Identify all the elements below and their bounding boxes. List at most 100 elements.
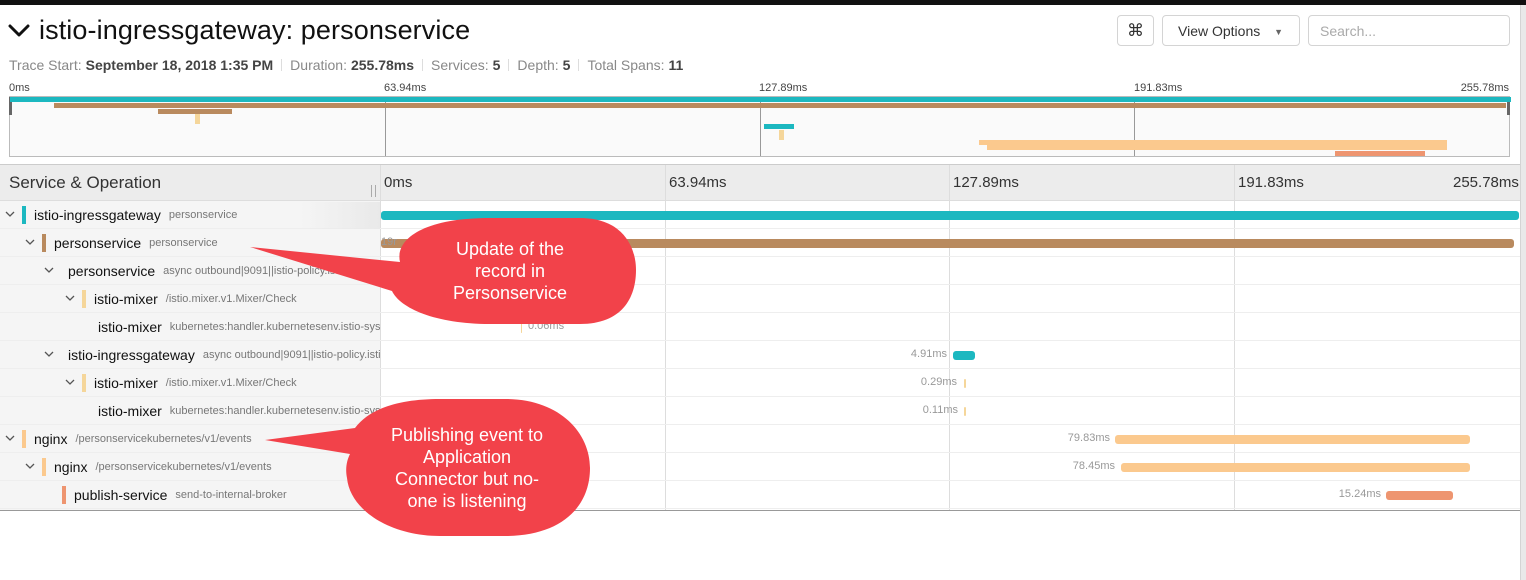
service-color-bar [22,430,26,448]
total-spans-value: 11 [668,57,684,73]
view-options-label: View Options [1178,22,1261,39]
timeline-tick: 127.89ms [953,174,1019,191]
callout-line: Publishing event to [390,425,544,445]
operation-name: /personservicekubernetes/v1/events [95,461,272,473]
callout-line: Personservice [452,283,568,303]
span-row[interactable]: istio-mixer/istio.mixer.v1.Mixer/Check [0,285,1520,313]
service-name: publish-service [74,487,168,503]
view-options-button[interactable]: View Options ▼ [1162,15,1300,46]
depth-label: Depth: [517,57,559,73]
minimap-tick: 0ms [9,82,30,94]
callout-line: one is listening [407,491,527,511]
minimap-tick: 127.89ms [759,82,808,94]
span-row[interactable]: nginx/personservicekubernetes/v1/events 7… [0,453,1520,481]
timeline-header: Service & Operation 0ms 63.94ms 127.89ms… [0,165,1520,201]
span-row[interactable]: istio-mixer kubernetes:handler.kubernetes… [0,313,1520,341]
timeline-tick: 63.94ms [669,174,727,191]
service-name: istio-mixer [94,375,158,391]
callout-text: Publishing event to Application Connecto… [360,424,574,512]
service-color-bar [82,290,86,308]
trace-minimap[interactable] [9,96,1511,157]
trace-start-value: September 18, 2018 1:35 PM [85,57,274,73]
span-row[interactable]: nginx/personservicekubernetes/v1/events 7… [0,425,1520,453]
chevron-down-icon[interactable] [4,210,16,221]
trace-start-label: Trace Start: [9,57,82,73]
span-name-cell[interactable]: istio-ingressgateway async outbound|9091|… [44,341,380,369]
minimap-ticks: 0ms 63.94ms 127.89ms 191.83ms 255.78ms [9,82,1509,94]
span-row[interactable]: publish-service send-to-internal-broker 15… [0,481,1520,509]
span-duration-label: 15.24ms [1338,488,1381,500]
span-duration-label: 78.45ms [1072,460,1115,472]
meta-divider [578,59,580,71]
grid-bottom-border [0,510,1520,511]
span-row[interactable]: istio-mixer kubernetes:handler.kubernetes… [0,397,1520,425]
service-color-bar [42,458,46,476]
chevron-down-icon[interactable] [64,294,76,305]
span-row[interactable]: personservice async outbound|9091||istio-… [0,257,1520,285]
span-duration-bar[interactable] [964,379,966,388]
span-duration-label: 0.29ms [920,376,957,388]
span-duration-bar[interactable] [1121,463,1470,472]
callout-line: Update of the [455,239,565,259]
span-row[interactable]: istio-ingressgateway personservice [0,201,1520,229]
top-border [0,0,1526,5]
service-color-bar [82,374,86,392]
vertical-scrollbar[interactable] [1520,5,1526,580]
span-duration-bar[interactable] [953,351,975,360]
span-duration-bar[interactable] [1115,435,1470,444]
meta-divider [508,59,510,71]
span-name-cell[interactable]: istio-mixer/istio.mixer.v1.Mixer/Check [64,369,380,397]
chevron-down-icon[interactable] [24,238,36,249]
service-name: nginx [54,459,88,475]
keyboard-shortcuts-button[interactable]: ⌘ [1117,15,1154,46]
span-row[interactable]: istio-ingressgateway async outbound|9091|… [0,341,1520,369]
span-row[interactable]: istio-mixer/istio.mixer.v1.Mixer/Check 0.… [0,369,1520,397]
operation-name: personservice [168,209,238,221]
span-duration-label: 79.83ms [1067,432,1110,444]
trace-title-row[interactable]: istio-ingressgateway: personservice [8,12,470,48]
operation-name: /personservicekubernetes/v1/events [75,433,252,445]
meta-divider [281,59,283,71]
timeline-tick: 191.83ms [1238,174,1304,191]
operation-name: personservice [149,237,218,249]
callout-text: Update of the record in Personservice [410,238,610,304]
service-color-bar [22,206,26,224]
service-name: istio-ingressgateway [68,347,195,363]
total-spans-label: Total Spans: [587,57,665,73]
minimap-tick: 63.94ms [384,82,427,94]
chevron-down-icon[interactable] [44,266,54,277]
minimap-span-bar [1335,151,1425,156]
command-key-icon: ⌘ [1127,20,1144,40]
column-resize-handle[interactable] [371,185,376,197]
timeline-tick: 0ms [384,174,413,191]
service-name: personservice [68,263,156,279]
chevron-down-icon: ▼ [1274,27,1283,37]
chevron-down-icon[interactable] [44,350,54,361]
service-color-bar [42,234,46,252]
service-name: istio-mixer [98,319,162,335]
minimap-span-bar [54,103,1506,108]
duration-label: Duration: [290,57,347,73]
duration-value: 255.78ms [350,57,415,73]
operation-name: /istio.mixer.v1.Mixer/Check [165,377,297,389]
span-duration-bar[interactable] [1386,491,1453,500]
search-input[interactable] [1308,15,1510,46]
span-duration-label: 4.91ms [910,348,947,360]
chevron-down-icon[interactable] [24,462,36,473]
chevron-down-icon[interactable] [4,434,16,445]
minimap-span-bar [764,124,794,129]
annotation-callout: Publishing event to Application Connecto… [265,398,595,538]
depth-value: 5 [562,57,571,73]
span-row[interactable]: personservice personservice 19r [0,229,1520,257]
meta-divider [422,59,424,71]
services-value: 5 [492,57,501,73]
minimap-tick: 255.78ms [1460,82,1509,94]
callout-line: record in [474,261,546,281]
trace-meta: Trace Start: September 18, 2018 1:35 PM … [9,57,683,73]
chevron-down-icon[interactable] [8,19,30,41]
chevron-down-icon[interactable] [64,378,76,389]
service-operation-header: Service & Operation [9,173,162,192]
services-label: Services: [431,57,489,73]
span-duration-bar[interactable] [964,407,966,416]
service-name: istio-mixer [94,291,158,307]
